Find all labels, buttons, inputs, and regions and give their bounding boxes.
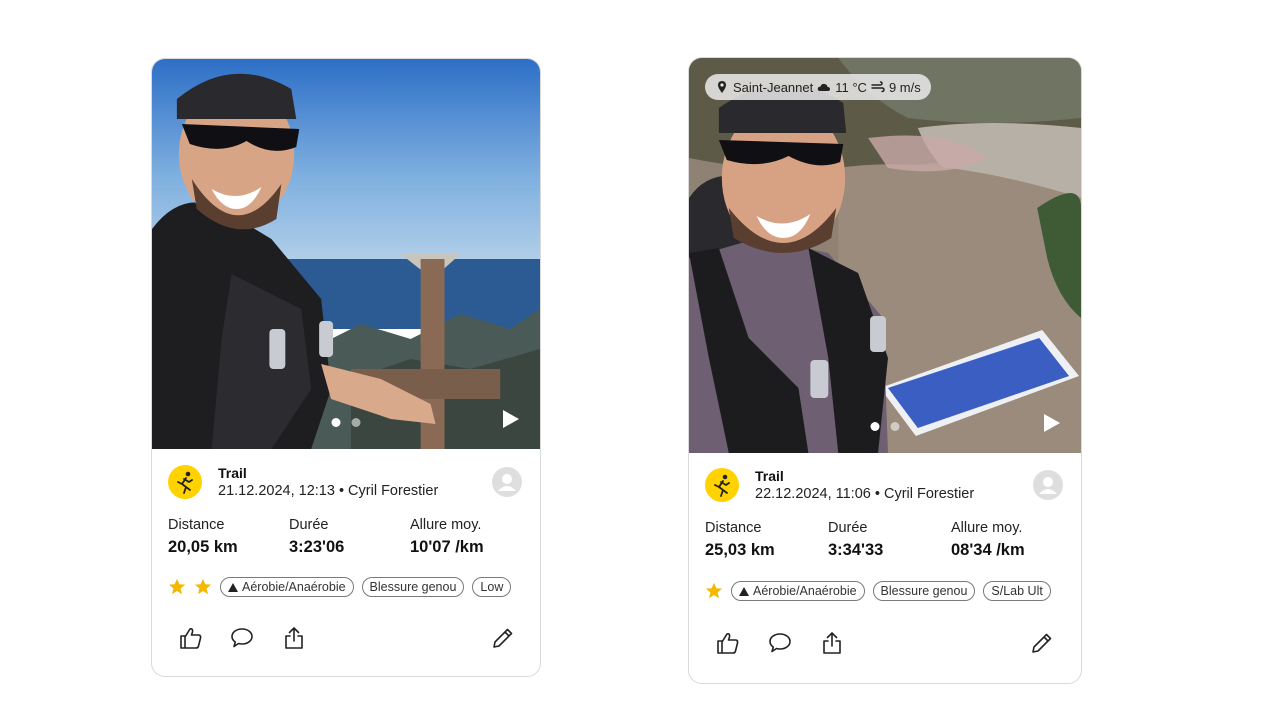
activity-type: Trail <box>755 468 784 484</box>
tag-chip[interactable]: Low <box>472 577 512 597</box>
tag-chip[interactable]: Blessure genou <box>872 581 976 601</box>
user-avatar-icon[interactable] <box>492 467 522 497</box>
tag-label: Aérobie/Anaérobie <box>242 580 346 594</box>
activity-header: Trail 22.12.2024, 11:06 • Cyril Forestie… <box>689 460 1081 516</box>
play-icon[interactable] <box>502 409 520 429</box>
photo-image <box>152 59 540 449</box>
comment-icon[interactable] <box>229 625 255 651</box>
stat-pace: Allure moy. 08'34 /km <box>951 520 1074 560</box>
activity-type: Trail <box>218 465 247 481</box>
activity-photo[interactable]: Saint-Jeannet 11 °C 9 m/s <box>689 58 1081 453</box>
like-icon[interactable] <box>178 625 204 651</box>
photo-pagination[interactable] <box>870 422 900 431</box>
tag-label: Aérobie/Anaérobie <box>753 584 857 598</box>
star-icon[interactable] <box>194 578 212 596</box>
activity-card[interactable]: Trail 21.12.2024, 12:13 • Cyril Forestie… <box>151 58 541 677</box>
user-avatar-icon[interactable] <box>1033 470 1063 500</box>
location-pin-icon <box>718 81 726 93</box>
activity-meta: 22.12.2024, 11:06 • Cyril Forestier <box>755 486 975 502</box>
tag-label: Blessure genou <box>880 584 968 598</box>
photo-image <box>689 58 1081 453</box>
play-icon[interactable] <box>1043 413 1061 433</box>
wind-icon <box>871 81 885 93</box>
tag-chip[interactable]: Aérobie/Anaérobie <box>731 581 865 601</box>
comment-icon[interactable] <box>767 630 793 656</box>
runner-icon <box>168 465 202 499</box>
stat-value: 3:23'06 <box>289 538 345 556</box>
weather-temperature: 11 °C <box>835 79 867 95</box>
stat-value: 3:34'33 <box>828 541 884 559</box>
cloud-icon <box>818 83 831 91</box>
mountain-icon <box>739 586 749 596</box>
stat-label: Allure moy. <box>410 517 482 533</box>
stat-label: Distance <box>168 517 225 533</box>
stat-duration: Durée 3:23'06 <box>289 517 410 557</box>
edit-icon[interactable] <box>490 625 516 651</box>
stat-value: 10'07 /km <box>410 538 484 556</box>
activity-photo[interactable] <box>152 59 540 449</box>
star-icon[interactable] <box>705 582 723 600</box>
tag-chip[interactable]: Blessure genou <box>361 577 465 597</box>
stat-value: 25,03 km <box>705 541 775 559</box>
share-icon[interactable] <box>281 625 307 651</box>
stat-label: Durée <box>828 520 868 536</box>
tag-label: Low <box>480 580 504 594</box>
stat-duration: Durée 3:34'33 <box>828 520 951 560</box>
pagination-dot-active[interactable] <box>870 422 880 431</box>
stat-value: 20,05 km <box>168 538 238 556</box>
runner-icon <box>705 468 739 502</box>
stat-distance: Distance 20,05 km <box>168 517 289 557</box>
action-bar <box>689 630 1081 660</box>
activity-header: Trail 21.12.2024, 12:13 • Cyril Forestie… <box>152 457 540 513</box>
pagination-dot[interactable] <box>351 418 361 427</box>
stat-value: 08'34 /km <box>951 541 1025 559</box>
photo-pagination[interactable] <box>331 418 361 427</box>
pagination-dot[interactable] <box>890 422 900 431</box>
weather-badge: Saint-Jeannet 11 °C 9 m/s <box>705 74 931 100</box>
stat-label: Distance <box>705 520 762 536</box>
mountain-icon <box>228 582 238 592</box>
stat-label: Durée <box>289 517 329 533</box>
pagination-dot-active[interactable] <box>331 418 341 427</box>
weather-location: Saint-Jeannet <box>733 79 814 95</box>
like-icon[interactable] <box>715 630 741 656</box>
activity-card[interactable]: Saint-Jeannet 11 °C 9 m/s Trail 22.12.20… <box>688 57 1082 684</box>
edit-icon[interactable] <box>1029 630 1055 656</box>
weather-wind: 9 m/s <box>888 79 921 95</box>
action-bar <box>152 625 540 655</box>
tag-chip[interactable]: S/Lab Ult <box>983 581 1051 601</box>
star-icon[interactable] <box>168 578 186 596</box>
tag-label: Blessure genou <box>369 580 457 594</box>
tag-chip[interactable]: Aérobie/Anaérobie <box>220 577 354 597</box>
activity-stats: Distance 20,05 km Durée 3:23'06 Allure m… <box>168 517 540 557</box>
stat-label: Allure moy. <box>951 520 1023 536</box>
stat-pace: Allure moy. 10'07 /km <box>410 517 531 557</box>
share-icon[interactable] <box>819 630 845 656</box>
activity-stats: Distance 25,03 km Durée 3:34'33 Allure m… <box>705 520 1081 560</box>
activity-meta: 21.12.2024, 12:13 • Cyril Forestier <box>218 483 439 499</box>
tag-label: S/Lab Ult <box>991 584 1043 598</box>
stat-distance: Distance 25,03 km <box>705 520 828 560</box>
tag-list[interactable]: Aérobie/Anaérobie Blessure genou S/Lab U… <box>705 579 1065 603</box>
tag-list[interactable]: Aérobie/Anaérobie Blessure genou Low <box>168 575 524 599</box>
